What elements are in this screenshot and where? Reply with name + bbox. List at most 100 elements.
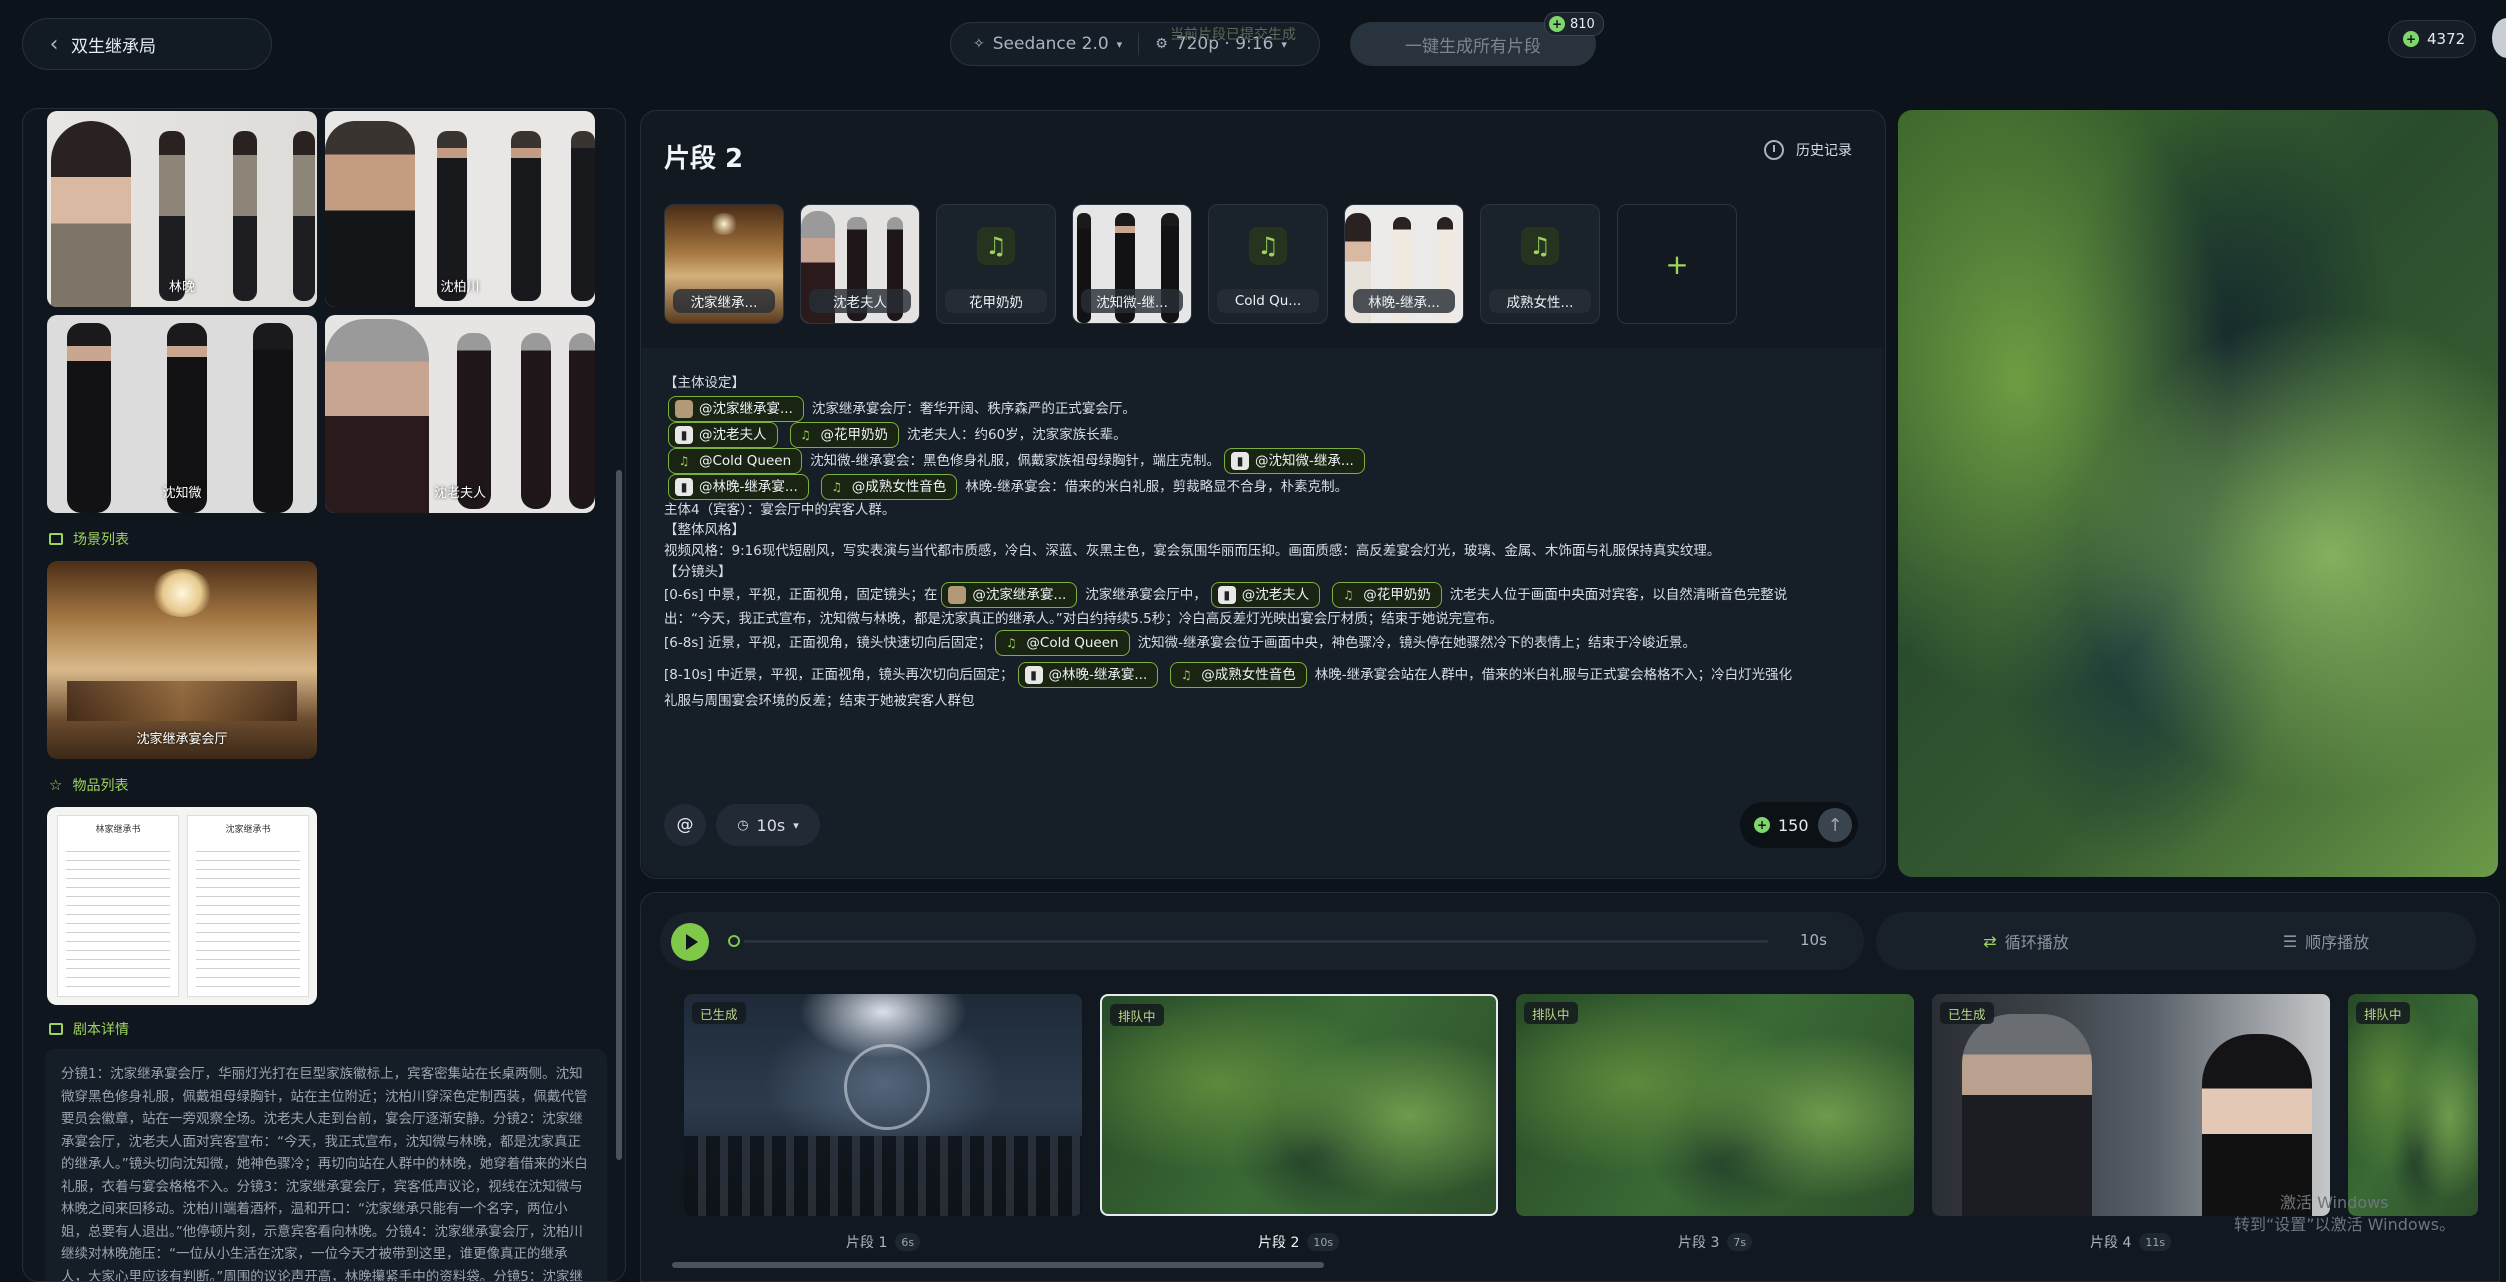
segment-title: 片段 2: [664, 144, 744, 174]
music-note-icon: ♫: [678, 454, 690, 468]
clip-thumbnail[interactable]: 已生成: [1932, 994, 2330, 1216]
scene-section-header: 场景列表: [49, 529, 129, 549]
loop-icon: ⇄: [1983, 931, 1997, 951]
back-button[interactable]: ‹ 双生继承局: [22, 18, 272, 70]
coin-icon: +: [2403, 31, 2419, 47]
status-badge: 排队中: [1524, 1002, 1578, 1024]
clip-label: 片段 1 6s: [846, 1232, 921, 1252]
duration-badge: 11s: [2139, 1233, 2172, 1251]
windows-activation-watermark: 激活 Windows 转到“设置”以激活 Windows。: [2234, 1193, 2456, 1234]
mention-tag[interactable]: ♫ @Cold Queen: [995, 630, 1130, 656]
music-note-icon: ♫: [1180, 668, 1192, 682]
mention-tag[interactable]: ▮ @林晚-继承宴...: [1017, 662, 1159, 688]
person-thumb-icon: ▮: [675, 478, 693, 496]
asset-panel: 林晚 沈柏川 沈知微 沈老夫人 场景列表 沈家继承宴会厅 ☆ 物品列表 林家继承…: [22, 108, 626, 1282]
script-section-header: 剧本详情: [49, 1019, 129, 1039]
chevron-left-icon: ‹: [49, 31, 59, 57]
music-note-icon: ♫: [1521, 227, 1559, 265]
reference-music-mature[interactable]: ♫ 成熟女性...: [1480, 204, 1600, 324]
character-card[interactable]: 沈知微: [47, 315, 317, 513]
image-thumb-icon: [948, 586, 967, 604]
character-caption: 沈知微: [162, 486, 202, 501]
clip-label: 片段 4 11s: [2090, 1232, 2172, 1252]
music-note-icon: ♫: [1342, 588, 1354, 602]
image-thumb-icon: [675, 400, 693, 418]
history-button[interactable]: 历史记录: [1764, 140, 1852, 160]
avatar[interactable]: [2492, 18, 2506, 58]
status-badge: 排队中: [1110, 1004, 1164, 1026]
document-title: 林家继承书: [95, 825, 141, 835]
gear-icon: ⚙: [1155, 36, 1168, 52]
model-selector[interactable]: ✧ Seedance 2.0 ▾: [973, 34, 1122, 54]
person-thumb-icon: ▮: [675, 426, 693, 444]
mention-tag[interactable]: @沈家继承宴...: [668, 396, 804, 422]
play-icon: [685, 934, 698, 950]
duration-badge: 7s: [1727, 1233, 1753, 1251]
list-icon: ☰: [2282, 931, 2298, 951]
coin-icon: +: [1754, 817, 1770, 833]
reference-image-hall[interactable]: 沈家继承...: [664, 204, 784, 324]
character-caption: 沈柏川: [440, 280, 480, 295]
mention-tag[interactable]: @沈家继承宴...: [941, 582, 1078, 608]
coin-icon: +: [1549, 16, 1565, 32]
script-text: 分镜1：沈家继承宴会厅，华丽灯光打在巨型家族徽标上，宾客密集站在长桌两侧。沈知微…: [45, 1049, 607, 1281]
mention-tag[interactable]: ♫ @Cold Queen: [668, 448, 803, 474]
items-section-header: ☆ 物品列表: [49, 776, 129, 794]
music-note-icon: ♫: [1006, 636, 1017, 650]
progress-track[interactable]: [744, 940, 1768, 943]
reference-music-grandma[interactable]: ♫ 花甲奶奶: [936, 204, 1056, 324]
generate-segment-control: + 150 ↑: [1740, 802, 1858, 848]
reference-person-lady[interactable]: 沈老夫人: [800, 204, 920, 324]
mention-tag[interactable]: ▮ @沈老夫人: [668, 422, 778, 448]
clip-label: 片段 3 7s: [1678, 1232, 1753, 1252]
character-card[interactable]: 沈老夫人: [325, 315, 595, 513]
clip-thumbnail[interactable]: 排队中: [1100, 994, 1498, 1216]
character-caption: 林晚: [168, 280, 195, 295]
project-title: 双生继承局: [71, 36, 156, 57]
clip-thumbnail[interactable]: 排队中: [2348, 994, 2478, 1216]
chevron-down-icon: ▾: [793, 818, 799, 832]
mention-tag[interactable]: ♫ @花甲奶奶: [1332, 582, 1442, 608]
mention-tag[interactable]: ▮ @沈老夫人: [1210, 582, 1321, 608]
progress-handle[interactable]: [728, 935, 740, 947]
mention-button[interactable]: @: [664, 804, 706, 846]
reference-person-linwan[interactable]: 林晚-继承...: [1344, 204, 1464, 324]
status-badge: 排队中: [2356, 1002, 2410, 1024]
mention-tag[interactable]: ♫ @成熟女性音色: [1170, 662, 1307, 688]
person-thumb-icon: ▮: [1231, 452, 1250, 470]
credits-display[interactable]: + 4372: [2388, 20, 2476, 58]
status-badge: 已生成: [692, 1002, 746, 1024]
left-scrollbar[interactable]: [616, 470, 622, 1160]
mention-tag[interactable]: ▮ @沈知微-继承...: [1224, 448, 1365, 474]
item-card[interactable]: 林家继承书 沈家继承书: [47, 807, 317, 1005]
music-note-icon: ♫: [800, 428, 811, 442]
mention-tag[interactable]: ♫ @花甲奶奶: [789, 422, 899, 448]
video-preview[interactable]: [1898, 110, 2498, 877]
music-note-icon: ♫: [977, 227, 1015, 265]
timeline-scrollbar[interactable]: [672, 1262, 1324, 1268]
chevron-down-icon: ▾: [1116, 37, 1123, 51]
history-icon: [1764, 140, 1784, 160]
clock-icon: ◷: [737, 817, 749, 833]
add-reference-button[interactable]: +: [1617, 204, 1737, 324]
prompt-text[interactable]: 【主体设定】 @沈家继承宴... 沈家继承宴会厅：奢华开阔、秩序森严的正式宴会厅…: [664, 370, 1864, 714]
scene-card[interactable]: 沈家继承宴会厅: [47, 561, 317, 759]
scene-caption: 沈家继承宴会厅: [136, 732, 228, 747]
duration-selector[interactable]: ◷ 10s ▾: [716, 804, 820, 846]
play-button[interactable]: [671, 923, 709, 961]
divider: [1138, 33, 1140, 55]
send-arrow-button[interactable]: ↑: [1818, 808, 1852, 842]
star-icon: ☆: [49, 776, 63, 794]
status-badge: 已生成: [1940, 1002, 1994, 1024]
reference-person-zhiwei[interactable]: 沈知微-继...: [1072, 204, 1192, 324]
music-note-icon: ♫: [831, 480, 843, 494]
clip-thumbnail[interactable]: 排队中: [1516, 994, 1914, 1216]
character-card[interactable]: 林晚: [47, 111, 317, 307]
sequential-play-button[interactable]: ☰ 顺序播放: [2176, 912, 2476, 970]
loop-play-button[interactable]: ⇄ 循环播放: [1876, 912, 2176, 970]
total-time: 10s: [1800, 931, 1827, 949]
duration-badge: 6s: [895, 1233, 921, 1251]
clip-thumbnail[interactable]: 已生成: [684, 994, 1082, 1216]
reference-music-coldqueen[interactable]: ♫ Cold Qu...: [1208, 204, 1328, 324]
character-card[interactable]: 沈柏川: [325, 111, 595, 307]
